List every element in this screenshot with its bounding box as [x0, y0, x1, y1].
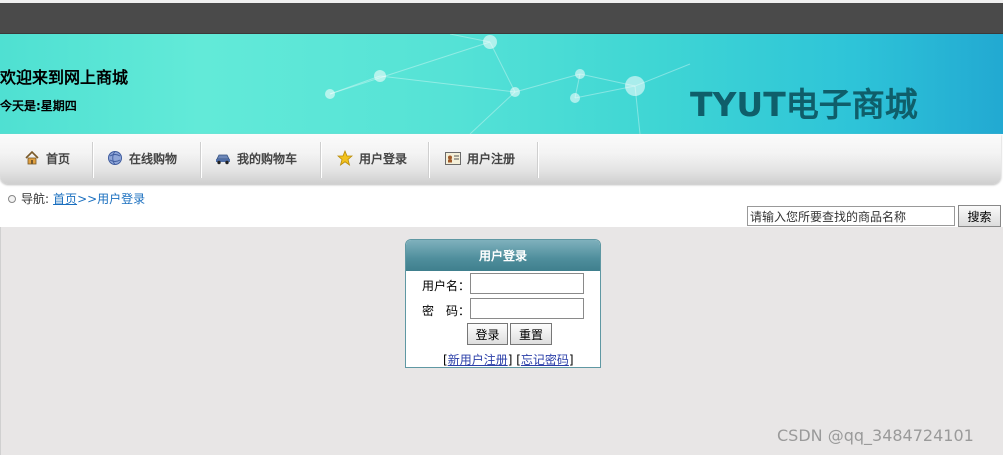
top-bar [0, 0, 1003, 34]
nav-item-label: 在线购物 [129, 151, 178, 166]
username-label: 用户名： [422, 279, 471, 293]
search-input[interactable] [747, 206, 955, 226]
breadcrumb-prefix: 导航: [21, 192, 50, 206]
nav-item-label: 首页 [46, 151, 71, 166]
nav-item-label: 我的购物车 [237, 151, 298, 166]
bracket-close: ] [507, 353, 513, 367]
register-link[interactable]: 新用户注册 [448, 353, 508, 367]
breadcrumb-separator: >> [77, 191, 98, 206]
nav-item-home[interactable]: 首页 [24, 134, 70, 182]
login-panel: 用户登录 用户名： 密 码： 登录 重置 [新用户注册] [忘记密码] [405, 239, 601, 368]
nav-item-register[interactable]: 用户注册 [445, 134, 515, 182]
password-label: 密 码： [422, 304, 471, 318]
bullet-icon [8, 194, 16, 203]
watermark-text: CSDN @qq_3484724101 [777, 426, 974, 445]
breadcrumb-current: 用户登录 [97, 192, 146, 206]
login-links: [新用户注册] [忘记密码] [443, 351, 574, 368]
brand-title: TYUT电子商城 [690, 85, 918, 124]
search-button[interactable]: 搜索 [958, 205, 1001, 227]
login-panel-title: 用户登录 [406, 240, 600, 271]
bracket-close: ] [568, 353, 574, 367]
nav-item-shop[interactable]: 在线购物 [107, 134, 177, 182]
nav-item-cart[interactable]: 我的购物车 [215, 134, 297, 182]
forgot-password-link[interactable]: 忘记密码 [521, 353, 569, 367]
nav-divider [200, 142, 202, 178]
username-field[interactable] [470, 273, 584, 294]
breadcrumb: 导航: 首页 >> 用户登录 [8, 190, 145, 207]
id-card-icon [445, 150, 461, 166]
nav-divider [92, 142, 94, 178]
home-icon [24, 150, 40, 166]
star-icon [337, 150, 353, 166]
header-banner: 欢迎来到网上商城 今天是:星期四 TYUT电子商城 [0, 34, 1003, 134]
welcome-text: 欢迎来到网上商城 [0, 68, 129, 87]
date-text: 今天是:星期四 [0, 99, 77, 113]
nav-item-label: 用户登录 [359, 151, 408, 166]
login-button[interactable]: 登录 [467, 323, 508, 345]
breadcrumb-home-link[interactable]: 首页 [53, 190, 77, 207]
nav-item-login[interactable]: 用户登录 [337, 134, 407, 182]
reset-button[interactable]: 重置 [510, 323, 552, 345]
nav-divider [428, 142, 430, 178]
nav-divider [537, 142, 539, 178]
nav-divider [320, 142, 322, 178]
car-icon [215, 150, 231, 166]
main-nav: 首页 在线购物 我的购物车 用户登录 用户注册 [0, 134, 1001, 184]
globe-icon [107, 150, 123, 166]
password-field[interactable] [470, 298, 584, 319]
nav-item-label: 用户注册 [467, 151, 516, 166]
